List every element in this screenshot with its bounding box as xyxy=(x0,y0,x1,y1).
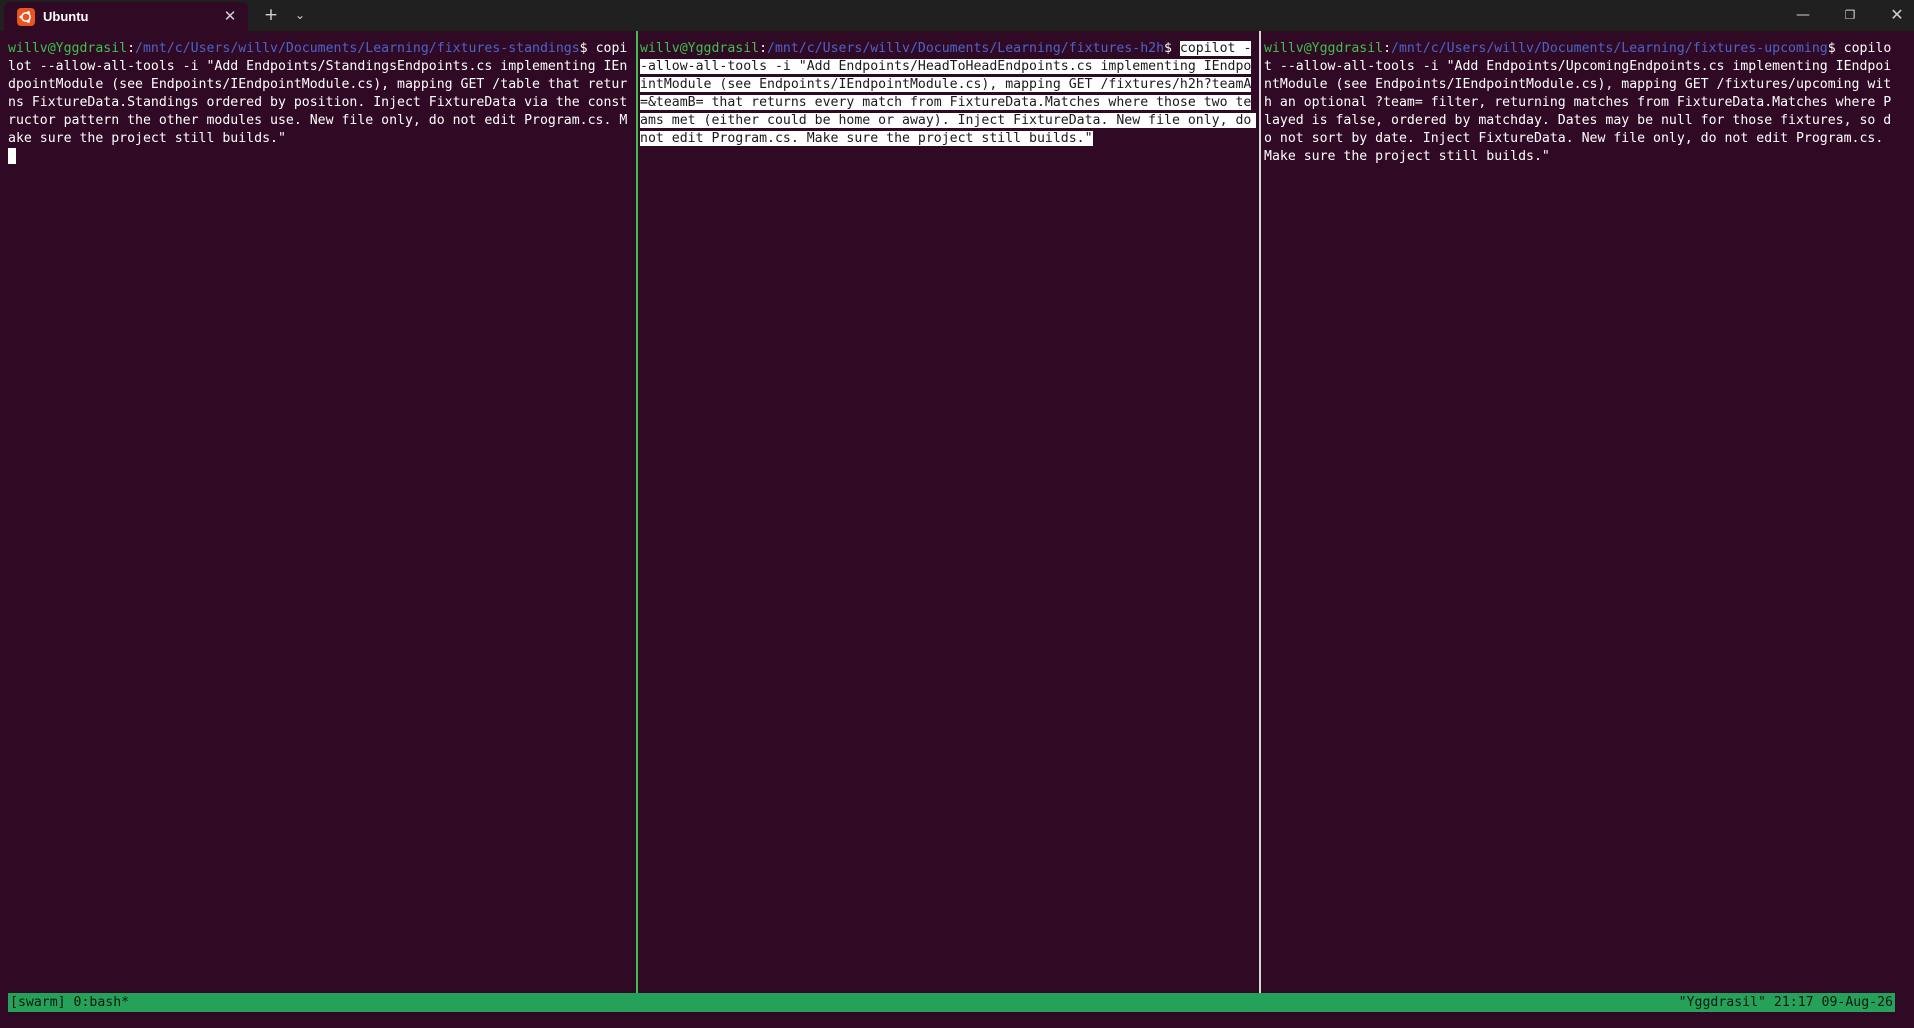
session-window-label: [swarm] 0:bash* xyxy=(10,995,130,1010)
prompt-symbol: $ xyxy=(1164,41,1180,56)
prompt-separator: : xyxy=(1383,41,1392,56)
command-text: copilot --allow-all-tools -i "Add Endpoi… xyxy=(1264,41,1892,164)
prompt-user: willv@Yggdrasil xyxy=(1264,41,1384,56)
tmux-status-bar: [swarm] 0:bash* "Yggdrasil" 21:17 09-Aug… xyxy=(8,993,1895,1012)
pane-divider[interactable] xyxy=(636,31,638,993)
prompt-user: willv@Yggdrasil xyxy=(640,41,760,56)
prompt-symbol: $ xyxy=(579,41,596,56)
tab-title: Ubuntu xyxy=(43,9,89,24)
ubuntu-icon xyxy=(17,8,35,26)
terminal-pane-h2h[interactable]: willv@Yggdrasil:/mnt/c/Users/willv/Docum… xyxy=(640,40,1256,992)
command-text: copilot --allow-all-tools -i "Add Endpoi… xyxy=(8,41,628,146)
prompt-symbol: $ xyxy=(1827,41,1844,56)
host-clock-label: "Yggdrasil" 21:17 09-Aug-26 xyxy=(1678,995,1893,1010)
close-icon[interactable]: ✕ xyxy=(1884,4,1910,26)
terminal-pane-standings[interactable]: willv@Yggdrasil:/mnt/c/Users/willv/Docum… xyxy=(8,40,634,992)
restore-icon[interactable]: ❐ xyxy=(1837,4,1863,26)
title-bar: Ubuntu ✕ + ⌄ — ❐ ✕ xyxy=(0,0,1914,31)
new-tab-icon[interactable]: + xyxy=(260,4,282,26)
pane-divider[interactable] xyxy=(1259,31,1261,993)
prompt-path: /mnt/c/Users/willv/Documents/Learning/fi… xyxy=(1391,41,1828,56)
minimize-icon[interactable]: — xyxy=(1790,4,1816,26)
prompt-separator: : xyxy=(759,41,768,56)
text-cursor xyxy=(8,148,16,164)
tab-ubuntu[interactable]: Ubuntu ✕ xyxy=(4,2,248,31)
tab-close-icon[interactable]: ✕ xyxy=(220,6,240,26)
terminal-pane-upcoming[interactable]: willv@Yggdrasil:/mnt/c/Users/willv/Docum… xyxy=(1264,40,1894,992)
prompt-path: /mnt/c/Users/willv/Documents/Learning/fi… xyxy=(135,41,580,56)
command-text-selected[interactable]: copilot --allow-all-tools -i "Add Endpoi… xyxy=(640,41,1256,146)
chevron-down-icon[interactable]: ⌄ xyxy=(290,4,310,26)
prompt-user: willv@Yggdrasil xyxy=(8,41,128,56)
prompt-path: /mnt/c/Users/willv/Documents/Learning/fi… xyxy=(767,41,1165,56)
prompt-separator: : xyxy=(127,41,136,56)
